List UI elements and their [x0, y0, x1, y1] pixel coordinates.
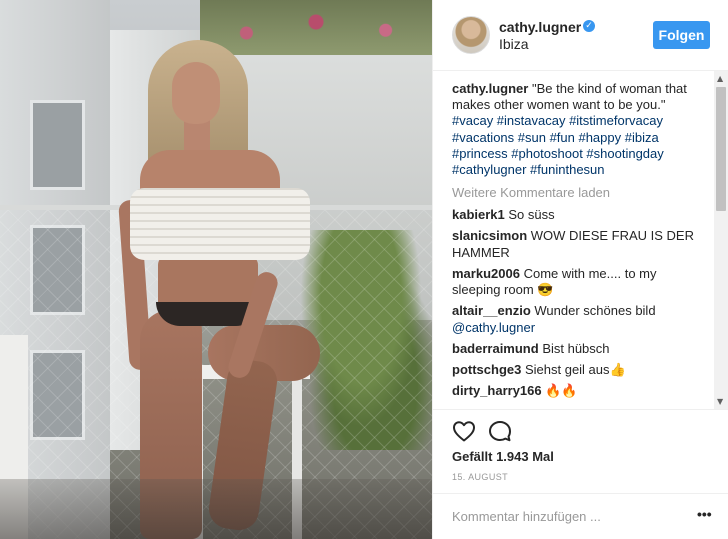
like-count[interactable]: Gefällt 1.943 Mal — [452, 449, 554, 464]
comment-icon[interactable] — [488, 420, 512, 442]
comment-mention[interactable]: @cathy.lugner — [452, 320, 535, 335]
photo-window — [30, 100, 85, 190]
comment-text: Wunder schönes bild — [534, 303, 656, 318]
comment-input[interactable] — [452, 506, 672, 526]
comment-item: pottschge3 Siehst geil aus👍 — [452, 362, 707, 379]
comment-text: Siehst geil aus👍 — [524, 361, 626, 377]
instagram-post: cathy.lugner ✓ Ibiza Folgen cathy.lugner… — [0, 0, 728, 539]
verified-badge-icon: ✓ — [583, 20, 595, 32]
comments-section[interactable]: cathy.lugner "Be the kind of woman that … — [433, 71, 728, 409]
more-options-icon[interactable]: ••• — [697, 506, 712, 522]
header-location[interactable]: Ibiza — [499, 36, 529, 52]
comment-list: kabierk1 So süss slanicsimon WOW DIESE F… — [452, 207, 707, 404]
load-more-comments-link[interactable]: Weitere Kommentare laden — [452, 185, 610, 200]
photo-floor — [0, 479, 432, 539]
comment-username[interactable]: kabierk1 — [452, 207, 505, 222]
comment-text: 🔥🔥 — [545, 382, 578, 398]
comment-item: kabierk1 So süss — [452, 207, 707, 224]
caption-hashtags[interactable]: #vacay #instavacay #itstimeforvacay #vac… — [452, 113, 664, 177]
scroll-up-arrow-icon[interactable]: ▲ — [717, 74, 723, 83]
comment-item: altair__enzio Wunder schönes bild @cathy… — [452, 303, 707, 336]
follow-button[interactable]: Folgen — [653, 21, 710, 49]
comment-text: Bist hübsch — [542, 340, 610, 356]
comment-text: So süss — [508, 207, 555, 222]
comment-username[interactable]: slanicsimon — [452, 228, 527, 243]
post-header: cathy.lugner ✓ Ibiza Folgen — [433, 0, 728, 71]
post-photo[interactable] — [0, 0, 432, 539]
photo-person — [110, 40, 320, 539]
comment-username[interactable]: marku2006 — [452, 266, 520, 281]
comment-username[interactable]: altair__enzio — [452, 303, 531, 318]
comment-username[interactable]: pottschge3 — [452, 362, 521, 377]
scroll-down-arrow-icon[interactable]: ▼ — [717, 397, 723, 406]
comment-item: baderraimund Bist hübsch — [452, 341, 707, 358]
comment-item: dirty_harry166 🔥🔥 — [452, 383, 707, 400]
comment-item: marku2006 Come with me.... to my sleepin… — [452, 266, 707, 299]
comment-username[interactable]: dirty_harry166 — [452, 383, 542, 398]
avatar[interactable] — [452, 16, 490, 54]
comments-scrollbar[interactable]: ▲ ▼ — [714, 71, 728, 409]
post-sidebar: cathy.lugner ✓ Ibiza Folgen cathy.lugner… — [432, 0, 728, 539]
comment-item: slanicsimon WOW DIESE FRAU IS DER HAMMER — [452, 228, 707, 261]
post-caption: cathy.lugner "Be the kind of woman that … — [452, 81, 707, 178]
post-actions: Gefällt 1.943 Mal 15. AUGUST — [433, 409, 728, 501]
heart-icon[interactable] — [452, 420, 476, 442]
add-comment-bar: ••• — [433, 493, 728, 539]
comment-username[interactable]: baderraimund — [452, 341, 539, 356]
caption-username[interactable]: cathy.lugner — [452, 81, 528, 96]
header-username[interactable]: cathy.lugner — [499, 19, 581, 35]
post-date[interactable]: 15. AUGUST — [452, 472, 508, 482]
scrollbar-thumb[interactable] — [716, 87, 726, 211]
